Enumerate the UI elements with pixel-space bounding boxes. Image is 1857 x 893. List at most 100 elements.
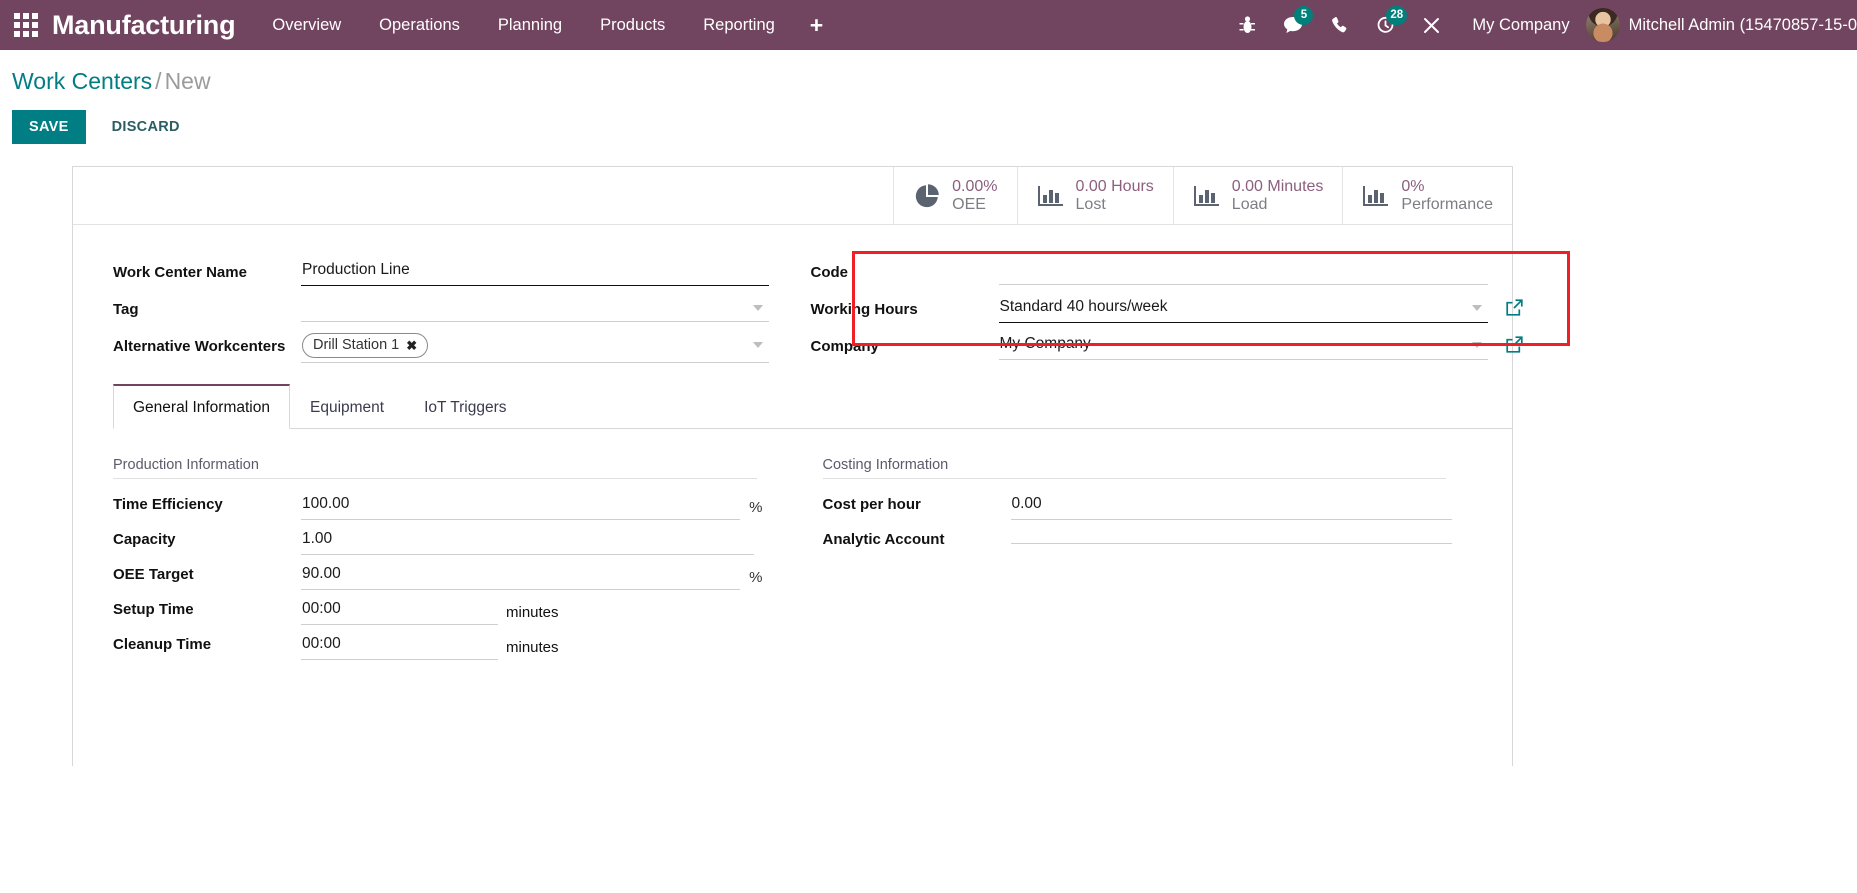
field-row-work-center-name: Work Center Name Production Line	[113, 255, 769, 291]
form-column-left: Work Center Name Production Line Tag Alt…	[73, 255, 793, 366]
input-working-hours[interactable]: Standard 40 hours/week	[998, 292, 1488, 323]
unit-oee-target: %	[749, 569, 763, 586]
stat-label-performance: Performance	[1401, 195, 1493, 213]
activities-clock-icon[interactable]: 28	[1362, 0, 1408, 50]
tab-iot-triggers[interactable]: IoT Triggers	[404, 385, 526, 428]
stat-value-oee: 0.00%	[952, 177, 998, 195]
stat-label-lost: Lost	[1075, 195, 1106, 213]
label-work-center-name: Work Center Name	[113, 264, 247, 281]
unit-capacity	[754, 551, 763, 555]
field-row-setup-time: Setup Time 00:00 minutes	[113, 592, 763, 627]
field-row-tag: Tag	[113, 292, 769, 328]
field-row-analytic-account: Analytic Account	[822, 522, 1452, 557]
stat-value-load: 0.00 Minutes	[1231, 177, 1324, 195]
input-setup-time[interactable]: 00:00	[301, 594, 498, 625]
stat-value-lost: 0.00 Hours	[1075, 177, 1154, 195]
stat-button-oee[interactable]: 0.00% OEE	[893, 167, 1017, 224]
external-link-icon-working-hours[interactable]	[1505, 298, 1524, 317]
top-navbar: Manufacturing Overview Operations Planni…	[0, 0, 1857, 50]
save-button[interactable]: SAVE	[12, 110, 86, 144]
menu-item-add[interactable]: +	[794, 0, 839, 50]
label-code: Code	[810, 264, 849, 281]
phone-icon[interactable]	[1316, 0, 1362, 50]
input-work-center-name[interactable]: Production Line	[301, 255, 769, 286]
tab-general-information[interactable]: General Information	[113, 384, 290, 429]
tab-equipment[interactable]: Equipment	[290, 385, 404, 428]
stat-label-load: Load	[1231, 195, 1268, 213]
breadcrumb-separator: /	[155, 68, 162, 94]
tools-wrench-icon[interactable]	[1408, 0, 1454, 50]
label-time-efficiency: Time Efficiency	[113, 496, 223, 513]
activities-badge: 28	[1386, 6, 1408, 25]
field-row-oee-target: OEE Target 90.00 %	[113, 557, 763, 592]
menu-item-reporting[interactable]: Reporting	[684, 0, 794, 50]
stat-label-oee: OEE	[952, 195, 986, 213]
external-link-icon-company[interactable]	[1505, 335, 1524, 354]
group-title-production: Production Information	[113, 457, 757, 479]
stat-value-performance: 0%	[1401, 177, 1425, 195]
field-row-alternative-workcenters: Alternative Workcenters Drill Station 1 …	[113, 329, 769, 365]
breadcrumb: Work Centers / New	[12, 66, 1857, 96]
input-oee-target[interactable]: 90.00	[301, 559, 741, 590]
field-row-capacity: Capacity 1.00	[113, 522, 763, 557]
tab-panel-general-information: Production Information Time Efficiency 1…	[113, 429, 1512, 662]
stat-button-row: 0.00% OEE 0.00 Hours Lost 0.00 Minutes L…	[73, 167, 1512, 225]
label-alternative-workcenters: Alternative Workcenters	[113, 338, 286, 355]
label-setup-time: Setup Time	[113, 601, 194, 618]
menu-item-products[interactable]: Products	[581, 0, 684, 50]
input-cleanup-time[interactable]: 00:00	[301, 629, 498, 660]
breadcrumb-work-centers[interactable]: Work Centers	[12, 68, 152, 94]
app-brand-title[interactable]: Manufacturing	[52, 10, 253, 41]
navbar-right-tools: 5 28 My Company Mitchell Admin (15470857…	[1224, 0, 1857, 50]
unit-time-efficiency: %	[749, 499, 763, 516]
field-row-company: Company My Company	[810, 329, 1523, 365]
avatar	[1585, 8, 1620, 42]
navbar-company-switcher[interactable]: My Company	[1454, 16, 1585, 35]
menu-item-overview[interactable]: Overview	[253, 0, 360, 50]
label-oee-target: OEE Target	[113, 566, 194, 583]
label-analytic-account: Analytic Account	[822, 531, 945, 548]
discard-button[interactable]: DISCARD	[96, 110, 196, 144]
stat-button-load[interactable]: 0.00 Minutes Load	[1172, 167, 1343, 224]
stat-button-lost[interactable]: 0.00 Hours Lost	[1016, 167, 1173, 224]
menu-item-operations[interactable]: Operations	[360, 0, 479, 50]
field-row-cleanup-time: Cleanup Time 00:00 minutes	[113, 627, 763, 662]
pie-chart-icon	[913, 182, 941, 210]
input-alternative-workcenters[interactable]: Drill Station 1 ✖	[301, 329, 769, 363]
notebook: General Information Equipment IoT Trigge…	[73, 376, 1513, 662]
close-icon[interactable]: ✖	[406, 336, 417, 355]
label-tag: Tag	[113, 301, 139, 318]
label-capacity: Capacity	[113, 531, 176, 548]
control-panel: Work Centers / New SAVE DISCARD	[0, 50, 1857, 144]
breadcrumb-current: New	[164, 68, 211, 94]
field-row-cost-per-hour: Cost per hour 0.00	[823, 487, 1452, 522]
messages-icon[interactable]: 5	[1270, 0, 1316, 50]
menu-item-planning[interactable]: Planning	[479, 0, 581, 50]
input-tag[interactable]	[301, 292, 769, 322]
form-top-group: Work Center Name Production Line Tag Alt…	[73, 225, 1570, 376]
main-menu: Overview Operations Planning Products Re…	[253, 0, 839, 50]
field-row-code: Code	[810, 255, 1488, 291]
label-working-hours: Working Hours	[810, 301, 918, 318]
apps-grid-icon[interactable]	[0, 0, 52, 50]
input-capacity[interactable]: 1.00	[301, 524, 754, 555]
notebook-tabs: General Information Equipment IoT Trigge…	[113, 384, 1513, 429]
group-title-costing: Costing Information	[822, 457, 1446, 479]
control-panel-buttons: SAVE DISCARD	[12, 110, 1857, 144]
input-company[interactable]: My Company	[998, 329, 1488, 360]
field-row-working-hours: Working Hours Standard 40 hours/week	[810, 292, 1523, 328]
form-sheet-wrapper: 0.00% OEE 0.00 Hours Lost 0.00 Minutes L…	[0, 144, 1857, 766]
tag-chip-drill-station-1[interactable]: Drill Station 1 ✖	[302, 333, 429, 358]
input-code[interactable]	[998, 255, 1488, 285]
stat-button-performance[interactable]: 0% Performance	[1342, 167, 1512, 224]
input-time-efficiency[interactable]: 100.00	[301, 489, 741, 520]
user-name-label: Mitchell Admin (15470857-15-0	[1628, 15, 1857, 34]
input-cost-per-hour[interactable]: 0.00	[1010, 489, 1452, 520]
bar-chart-icon	[1362, 183, 1390, 209]
bug-icon[interactable]	[1224, 0, 1270, 50]
unit-cleanup-time: minutes	[506, 639, 559, 656]
group-costing-information: Costing Information Cost per hour 0.00 A…	[813, 457, 1513, 662]
user-menu[interactable]: Mitchell Admin (15470857-15-0	[1585, 8, 1857, 42]
label-company: Company	[810, 338, 879, 355]
input-analytic-account[interactable]	[1010, 535, 1452, 544]
